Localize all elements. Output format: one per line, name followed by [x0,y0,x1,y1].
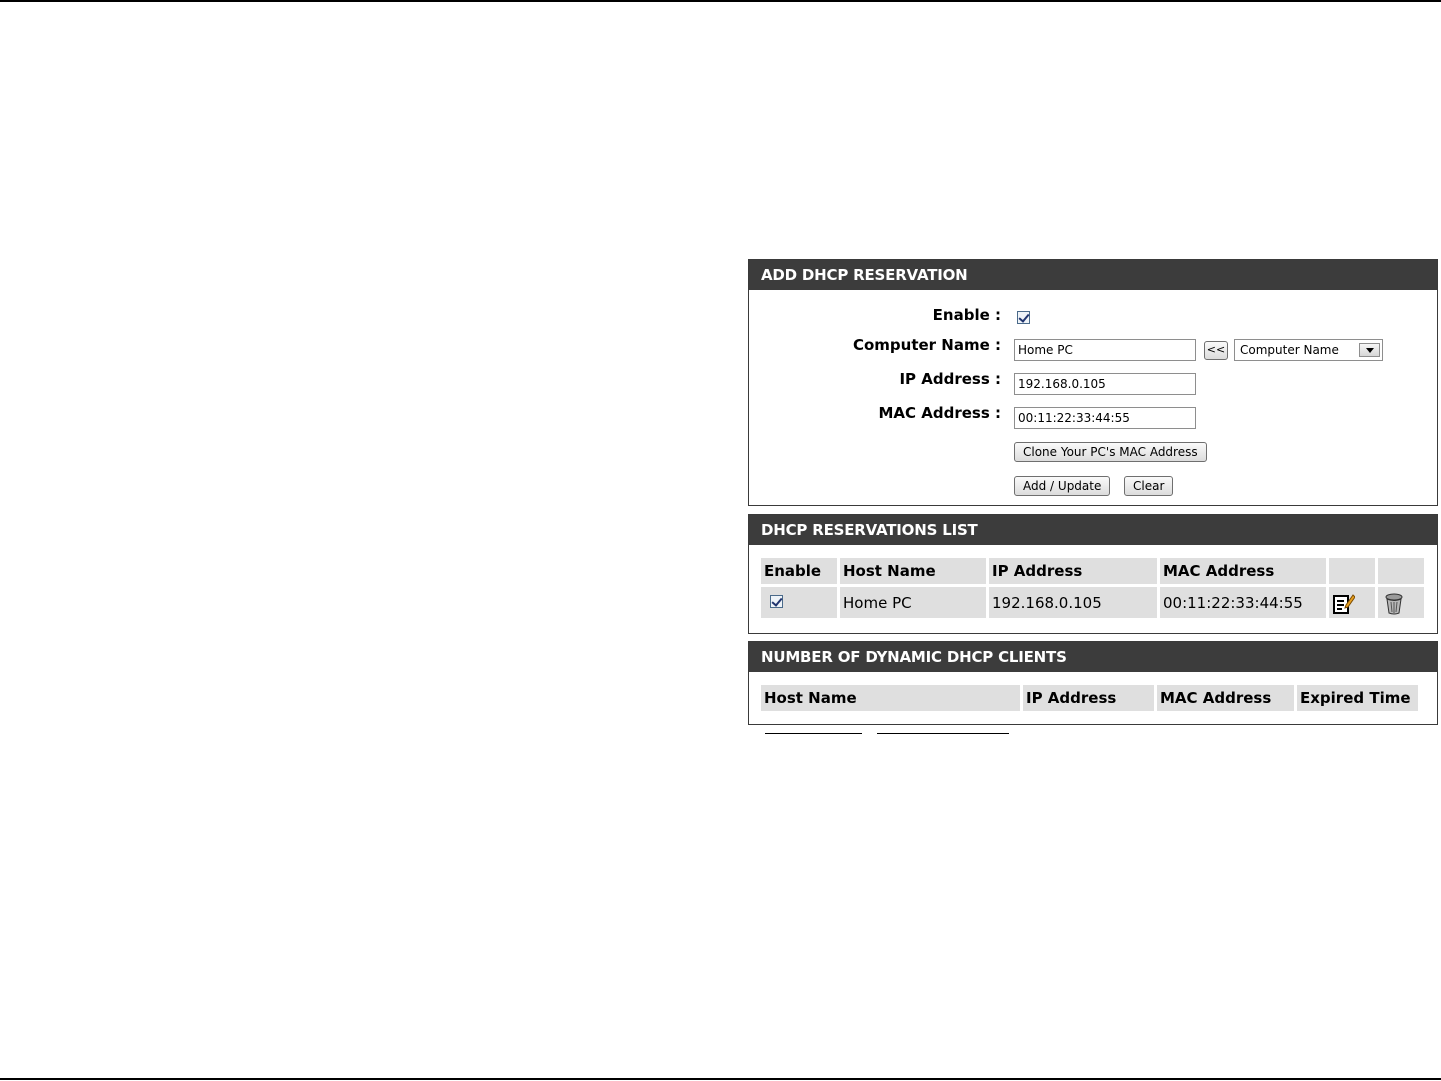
trash-icon[interactable] [1384,593,1403,614]
copy-computer-name-button[interactable]: << [1204,341,1228,360]
row-mac-address: 00:11:22:33:44:55 [1160,587,1326,618]
row-edit-cell [1329,587,1375,618]
dhcp-reservations-list-panel: DHCP RESERVATIONS LIST Enable Host Name … [748,514,1438,634]
computer-name-label: Computer Name : [852,336,1001,354]
top-rule [0,0,1441,2]
ip-address-label: IP Address : [899,370,1001,388]
table-header-row: Host Name IP Address MAC Address Expired… [761,685,1418,711]
row-ip-address: 192.168.0.105 [989,587,1157,618]
row-host-name: Home PC [840,587,986,618]
ip-address-input[interactable]: 192.168.0.105 [1014,373,1196,395]
row-enable-cell [761,587,837,618]
mac-address-input[interactable]: 00:11:22:33:44:55 [1014,407,1196,429]
table-row: Home PC 192.168.0.105 00:11:22:33:44:55 [761,587,1424,618]
clone-mac-button[interactable]: Clone Your PC's MAC Address [1014,442,1207,462]
row-enable-checkbox[interactable] [770,594,783,608]
edit-icon[interactable] [1333,593,1356,614]
mac-address-label: MAC Address : [878,404,1002,422]
column-header-mac-address: MAC Address [1157,685,1294,711]
bottom-rule [0,1078,1441,1080]
table-header-row: Enable Host Name IP Address MAC Address [761,558,1424,584]
underline-right [877,733,1009,734]
add-dhcp-reservation-panel: ADD DHCP RESERVATION Enable : Computer N… [748,259,1438,506]
column-header-delete [1378,558,1424,584]
reservations-table: Enable Host Name IP Address MAC Address … [758,555,1427,621]
chevron-down-icon [1359,343,1380,357]
dynamic-dhcp-clients-panel: NUMBER OF DYNAMIC DHCP CLIENTS Host Name… [748,641,1438,725]
dynamic-clients-title: NUMBER OF DYNAMIC DHCP CLIENTS [749,642,1437,672]
dynamic-clients-table: Host Name IP Address MAC Address Expired… [758,682,1421,714]
column-header-enable: Enable [761,558,837,584]
column-header-edit [1329,558,1375,584]
column-header-mac-address: MAC Address [1160,558,1326,584]
add-update-button[interactable]: Add / Update [1014,476,1111,496]
computer-name-input[interactable]: Home PC [1014,339,1196,361]
enable-checkbox[interactable] [1017,311,1030,324]
enable-label: Enable : [932,306,1001,324]
reservations-list-title: DHCP RESERVATIONS LIST [749,515,1437,545]
column-header-host-name: Host Name [761,685,1020,711]
column-header-ip-address: IP Address [989,558,1157,584]
column-header-ip-address: IP Address [1023,685,1154,711]
computer-select-value: Computer Name [1240,343,1339,357]
row-delete-cell [1378,587,1424,618]
underline-left [765,733,862,734]
clear-button[interactable]: Clear [1124,476,1174,496]
column-header-expired-time: Expired Time [1297,685,1418,711]
add-reservation-title: ADD DHCP RESERVATION [749,260,1437,290]
column-header-host-name: Host Name [840,558,986,584]
computer-name-select[interactable]: Computer Name [1234,339,1383,361]
